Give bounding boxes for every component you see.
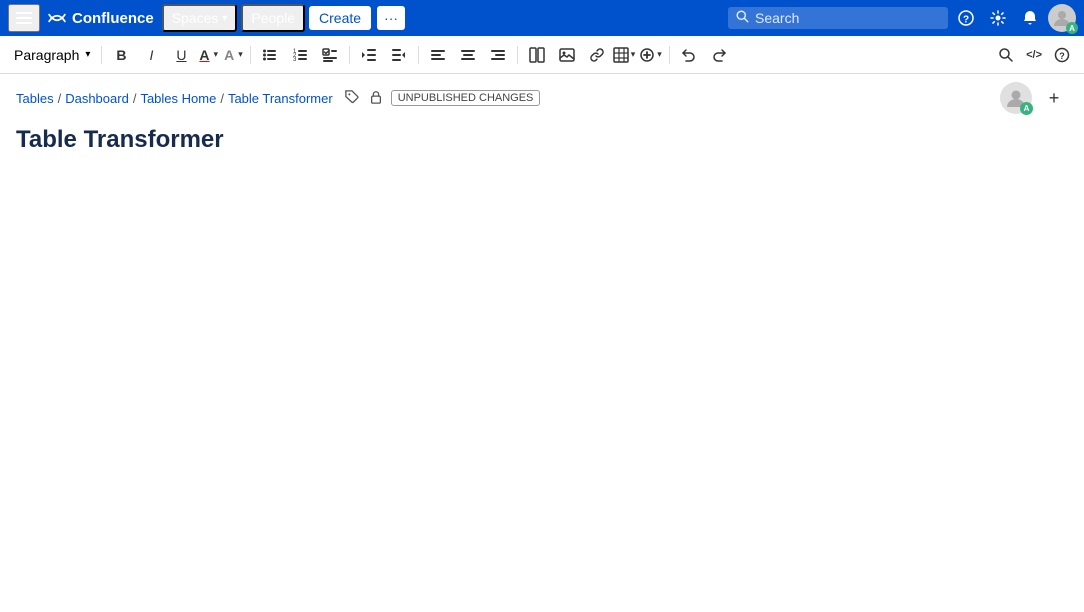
collaborator-badge: A <box>1020 102 1033 115</box>
search-placeholder-text: Search <box>755 10 799 26</box>
breadcrumb-current-page-link[interactable]: Table Transformer <box>228 91 333 106</box>
user-avatar[interactable]: A <box>1048 4 1076 32</box>
spaces-menu-button[interactable]: Spaces ▾ <box>162 4 238 32</box>
bullet-list-button[interactable] <box>256 41 284 69</box>
svg-text:?: ? <box>963 15 969 26</box>
insert-more-arrow: ▾ <box>655 49 664 60</box>
toolbar-divider-6 <box>669 46 670 64</box>
insert-image-button[interactable] <box>553 41 581 69</box>
undo-button[interactable] <box>675 41 703 69</box>
find-replace-button[interactable] <box>992 41 1020 69</box>
page-content-area[interactable] <box>0 154 1084 554</box>
avatar-online-badge: A <box>1066 22 1078 34</box>
align-right-button[interactable] <box>484 41 512 69</box>
indent-button[interactable] <box>385 41 413 69</box>
collaborator-avatar[interactable]: A <box>1000 82 1032 114</box>
svg-text:?: ? <box>1059 51 1065 61</box>
settings-button[interactable] <box>984 6 1012 30</box>
svg-text:3: 3 <box>293 57 297 63</box>
insert-table-arrow: ▾ <box>629 49 638 60</box>
add-collaborator-button[interactable]: + <box>1040 84 1068 112</box>
tag-button[interactable] <box>343 88 361 109</box>
toolbar-divider-5 <box>517 46 518 64</box>
task-list-button[interactable] <box>316 41 344 69</box>
toolbar-help-button[interactable]: ? <box>1048 41 1076 69</box>
page-title-area: Table Transformer <box>0 118 1084 154</box>
breadcrumb-tables-home-link[interactable]: Tables Home <box>140 91 216 106</box>
align-left-button[interactable] <box>424 41 452 69</box>
breadcrumb-tables-link[interactable]: Tables <box>16 91 54 106</box>
breadcrumb-sep-1: / <box>58 91 62 106</box>
paragraph-style-label: Paragraph <box>14 47 79 63</box>
lock-button[interactable] <box>367 88 385 109</box>
breadcrumb-sep-3: / <box>220 91 224 106</box>
outdent-button[interactable] <box>355 41 383 69</box>
code-editor-button[interactable]: </> <box>1022 41 1046 69</box>
layout-button[interactable] <box>523 41 551 69</box>
bold-button[interactable]: B <box>107 41 135 69</box>
hamburger-menu-button[interactable] <box>8 4 40 32</box>
confluence-logo-text: Confluence <box>72 10 154 27</box>
spaces-chevron-icon: ▾ <box>222 13 227 24</box>
toolbar-divider-1 <box>101 46 102 64</box>
toolbar-divider-4 <box>418 46 419 64</box>
text-color-button[interactable]: A ▾ <box>197 41 220 69</box>
page-title-actions: A + <box>1000 82 1068 114</box>
create-button[interactable]: Create <box>309 6 371 30</box>
spaces-label: Spaces <box>172 10 219 26</box>
paragraph-style-chevron: ▾ <box>85 49 90 60</box>
breadcrumb: Tables / Dashboard / Tables Home / Table… <box>16 88 540 109</box>
redo-button[interactable] <box>705 41 733 69</box>
top-navigation: Confluence Spaces ▾ People Create ··· Se… <box>0 0 1084 36</box>
breadcrumb-sep-2: / <box>133 91 137 106</box>
toolbar-divider-2 <box>250 46 251 64</box>
insert-link-button[interactable] <box>583 41 611 69</box>
search-icon <box>736 10 749 26</box>
toolbar-divider-3 <box>349 46 350 64</box>
formatting-toolbar: Paragraph ▾ B I U A ▾ A ▾ 1 2 3 <box>0 36 1084 74</box>
text-color-arrow: ▾ <box>212 49 221 60</box>
page-title[interactable]: Table Transformer <box>16 126 1068 154</box>
insert-table-button[interactable]: ▾ <box>613 41 638 69</box>
text-style-arrow: ▾ <box>236 49 245 60</box>
search-bar[interactable]: Search <box>728 7 948 29</box>
breadcrumb-dashboard-link[interactable]: Dashboard <box>65 91 129 106</box>
numbered-list-button[interactable]: 1 2 3 <box>286 41 314 69</box>
insert-more-button[interactable]: ▾ <box>639 41 664 69</box>
confluence-logo[interactable]: Confluence <box>44 9 158 27</box>
breadcrumb-actions: UNPUBLISHED CHANGES <box>343 88 541 109</box>
create-more-button[interactable]: ··· <box>377 6 405 30</box>
italic-button[interactable]: I <box>137 41 165 69</box>
people-menu-button[interactable]: People <box>241 4 305 32</box>
page-header: Tables / Dashboard / Tables Home / Table… <box>0 74 1084 118</box>
help-button[interactable]: ? <box>952 6 980 30</box>
notifications-button[interactable] <box>1016 6 1044 30</box>
align-center-button[interactable] <box>454 41 482 69</box>
toolbar-right-actions: </> ? <box>992 41 1076 69</box>
paragraph-style-selector[interactable]: Paragraph ▾ <box>8 44 96 66</box>
underline-button[interactable]: U <box>167 41 195 69</box>
text-style-button[interactable]: A ▾ <box>222 41 245 69</box>
unpublished-changes-badge: UNPUBLISHED CHANGES <box>391 90 541 106</box>
